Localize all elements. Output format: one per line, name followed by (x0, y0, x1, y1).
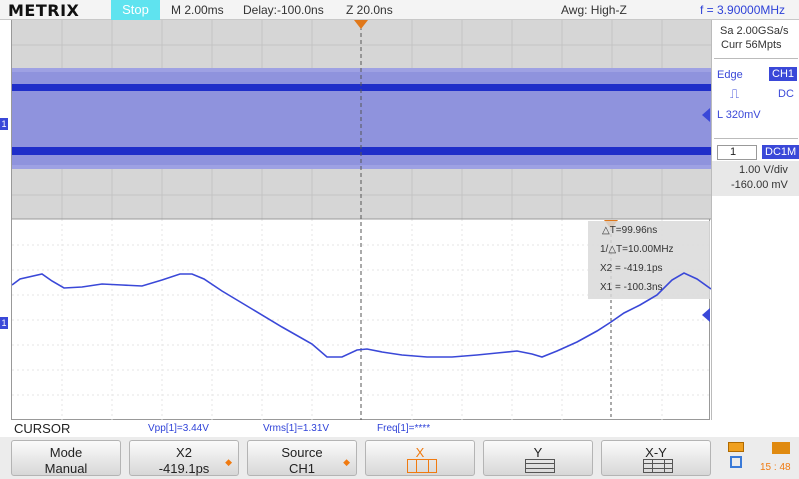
top-status-bar: METRIX Stop M 2.00ms Delay:-100.0ns Z 20… (0, 0, 799, 20)
softkey-value: -419.1ps (158, 461, 210, 476)
run-stop-indicator[interactable]: Stop (111, 0, 160, 20)
trigger-type[interactable]: Edge (717, 69, 743, 81)
softkey-value: Manual (44, 461, 88, 476)
trigger-coupling[interactable]: DC (778, 88, 794, 100)
softkey-label: Source (281, 445, 323, 460)
delay-readout: Delay:-100.0ns (243, 3, 324, 17)
frequency-readout: f = 3.90000MHz (700, 3, 786, 17)
waveform-display[interactable] (11, 20, 711, 420)
cursor-x2-value: X2 = -419.1ps (600, 263, 663, 274)
panel-divider (714, 58, 798, 59)
channel-1-marker-icon[interactable]: 1 (0, 118, 8, 130)
trigger-source-badge[interactable]: CH1 (769, 67, 798, 81)
acquisition-readout: Awg: High-Z (561, 3, 627, 17)
softkey-label: X-Y (645, 445, 667, 460)
usb-icon (728, 442, 744, 452)
clock: 15 : 48 (760, 462, 791, 473)
network-icon (730, 456, 742, 468)
softkey-label: Mode (49, 445, 83, 460)
channel-number-box[interactable]: 1 (717, 145, 757, 160)
trigger-level[interactable]: L 320mV (717, 109, 761, 121)
softkey-label: Y (533, 445, 543, 460)
x-cursor-icon (407, 459, 437, 473)
sample-rate: Sa 2.00GSa/s (720, 25, 789, 37)
cursor-x1-value: X1 = -100.3ns (600, 282, 663, 293)
adjust-arrow-icon: ◆ (343, 457, 350, 467)
source-softkey[interactable]: Source CH1 ◆ (247, 440, 357, 476)
measurement-status-line: CURSOR Vpp[1]=3.44V Vrms[1]=1.31V Freq[1… (11, 420, 710, 436)
cursor-inverse-delta-t: 1/△T=10.00MHz (600, 244, 674, 255)
volts-per-div[interactable]: 1.00 V/div (739, 164, 788, 176)
panel-divider (714, 138, 798, 139)
channel-offset[interactable]: -160.00 mV (731, 179, 788, 191)
channel-1-zoom-marker-icon[interactable]: 1 (0, 317, 8, 329)
x-cursor-softkey[interactable]: X (365, 440, 475, 476)
y-cursor-icon (525, 459, 555, 473)
softkey-label: X2 (176, 445, 192, 460)
brand-logo: METRIX (8, 1, 80, 20)
vrms-measurement: Vrms[1]=1.31V (263, 423, 330, 434)
waveform-svg (12, 20, 711, 420)
memory-depth: Curr 56Mpts (721, 39, 782, 51)
mode-title: CURSOR (14, 421, 71, 436)
adjust-arrow-icon: ◆ (225, 457, 232, 467)
zoom-readout: Z 20.0ns (346, 3, 393, 17)
x2-softkey[interactable]: X2 -419.1ps ◆ (129, 440, 239, 476)
printer-icon (772, 442, 790, 454)
mode-softkey[interactable]: Mode Manual (11, 440, 121, 476)
channel-coupling-badge[interactable]: DC1M (762, 145, 799, 159)
y-cursor-softkey[interactable]: Y (483, 440, 593, 476)
timebase-readout: M 2.00ms (171, 3, 224, 17)
xy-cursor-softkey[interactable]: X-Y (601, 440, 711, 476)
softkey-label: X (415, 445, 425, 460)
xy-cursor-icon (643, 459, 673, 473)
right-info-panel: Sa 2.00GSa/s Curr 56Mpts Edge CH1 ⎍ DC L… (711, 20, 799, 420)
cursor-delta-t: △T=99.96ns (602, 225, 658, 236)
softkey-bar: Mode Manual X2 -419.1ps ◆ Source CH1 ◆ X… (0, 437, 799, 479)
vpp-measurement: Vpp[1]=3.44V (148, 423, 209, 434)
trigger-level-marker-icon[interactable] (702, 108, 710, 122)
trigger-level-zoom-marker-icon[interactable] (702, 308, 710, 322)
softkey-value: CH1 (288, 461, 315, 476)
rising-edge-icon: ⎍ (730, 86, 740, 101)
freq-measurement: Freq[1]=**** (377, 423, 431, 434)
